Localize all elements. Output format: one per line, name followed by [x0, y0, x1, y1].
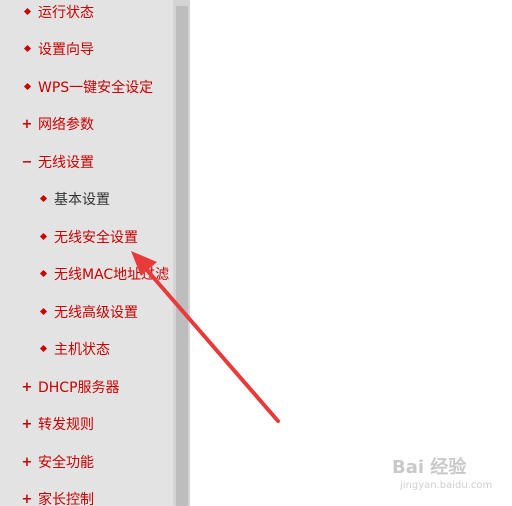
sidebar-item[interactable]: 主机状态 [0, 338, 173, 362]
bullet-icon [21, 38, 33, 62]
sidebar-item[interactable]: 无线高级设置 [0, 301, 173, 325]
scrollbar-thumb[interactable] [176, 6, 188, 506]
sidebar-item-label: 无线安全设置 [54, 230, 138, 246]
bullet-icon [37, 188, 49, 212]
sidebar-item-label: 转发规则 [38, 417, 94, 433]
sidebar-item-label: 基本设置 [54, 192, 110, 208]
expand-plus-icon: + [21, 417, 33, 432]
sidebar-item[interactable]: − 无线设置 [0, 151, 173, 175]
sidebar-item[interactable]: + 家长控制 [0, 488, 173, 506]
bullet-icon [37, 226, 49, 250]
bullet-icon [37, 338, 49, 362]
sidebar-item-label: WPS一键安全设定 [38, 80, 154, 96]
bullet-icon [21, 1, 33, 25]
sidebar-item-label: 无线设置 [38, 155, 94, 171]
sidebar-item[interactable]: 基本设置 [0, 188, 173, 212]
bullet-icon [37, 301, 49, 325]
expand-plus-icon: + [21, 455, 33, 470]
sidebar-item-label: 网络参数 [38, 117, 94, 133]
sidebar-item[interactable]: + 网络参数 [0, 113, 173, 137]
sidebar-item-label: 主机状态 [54, 342, 110, 358]
bullet-icon [37, 263, 49, 287]
sidebar-item-label: 安全功能 [38, 455, 94, 471]
sidebar-item-label: 设置向导 [38, 42, 94, 58]
expand-plus-icon: + [21, 380, 33, 395]
sidebar-item[interactable]: + 安全功能 [0, 451, 173, 475]
main-content-area [190, 0, 512, 506]
sidebar-item-label: 无线高级设置 [54, 305, 138, 321]
sidebar-item[interactable]: 设置向导 [0, 38, 173, 62]
sidebar-item[interactable]: 无线安全设置 [0, 226, 173, 250]
sidebar-item[interactable]: + DHCP服务器 [0, 376, 173, 400]
expand-plus-icon: + [21, 117, 33, 132]
sidebar-item-label: 无线MAC地址过滤 [54, 267, 170, 283]
bullet-icon [21, 76, 33, 100]
sidebar-item-label: 家长控制 [38, 492, 94, 506]
expand-plus-icon: + [21, 492, 33, 506]
sidebar-item-label: DHCP服务器 [38, 380, 120, 396]
sidebar-item[interactable]: 运行状态 [0, 1, 173, 25]
sidebar-item[interactable]: + 转发规则 [0, 413, 173, 437]
sidebar-item[interactable]: WPS一键安全设定 [0, 76, 173, 100]
sidebar-item[interactable]: 无线MAC地址过滤 [0, 263, 173, 287]
sidebar-item-label: 运行状态 [38, 5, 94, 21]
collapse-minus-icon: − [21, 155, 33, 170]
sidebar-nav: 运行状态设置向导 WPS一键安全设定 + 网络参数 − 无线设置基本设置无线安全设置无线M… [0, 0, 173, 506]
